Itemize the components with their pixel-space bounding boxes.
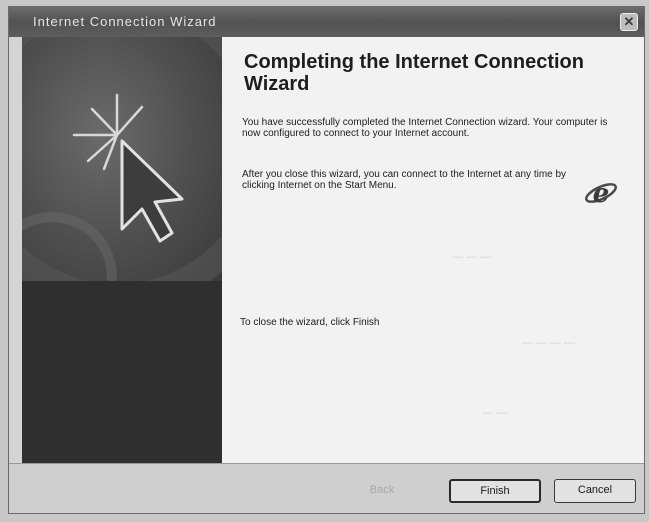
close-button[interactable]: ✕ (620, 13, 638, 31)
finish-instruction: To close the wizard, click Finish (240, 317, 380, 328)
close-icon: ✕ (623, 14, 635, 29)
cancel-button[interactable]: Cancel (554, 479, 636, 503)
wizard-banner-art (22, 37, 222, 281)
wizard-window: Internet Connection Wizard ✕ — — — — — —… (8, 6, 645, 514)
window-title: Internet Connection Wizard (33, 14, 217, 29)
svg-text:e: e (593, 179, 610, 209)
wizard-content: — — — — — — — — — Completing the Interne… (222, 37, 644, 463)
back-button[interactable]: Back (343, 479, 421, 503)
wizard-side-panel (22, 37, 222, 463)
internet-explorer-icon: e (585, 179, 617, 209)
button-bar: Back Finish Cancel (9, 463, 644, 513)
cursor-starburst-icon (22, 37, 222, 281)
title-bar[interactable]: Internet Connection Wizard ✕ (9, 7, 644, 37)
success-message: You have successfully completed the Inte… (242, 117, 608, 139)
connect-instructions: After you close this wizard, you can con… (242, 169, 567, 191)
side-panel-lower (22, 281, 222, 463)
finish-button[interactable]: Finish (449, 479, 541, 503)
page-title: Completing the Internet Connection Wizar… (244, 51, 584, 95)
